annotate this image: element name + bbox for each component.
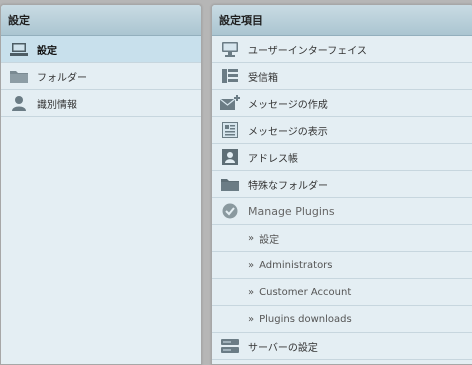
panel-title: 設定 bbox=[1, 5, 201, 36]
settings-item-user-interface[interactable]: ユーザーインターフェイス bbox=[212, 36, 472, 63]
computer-icon bbox=[9, 40, 29, 58]
settings-item-display-messages[interactable]: メッセージの表示 bbox=[212, 117, 472, 144]
settings-item-label: メッセージの表示 bbox=[248, 126, 328, 138]
sidebar-item-label: 設定 bbox=[37, 45, 57, 57]
arrow-icon: » bbox=[248, 313, 255, 325]
addressbook-icon bbox=[220, 148, 240, 166]
settings-item-label: Manage Plugins bbox=[248, 204, 335, 218]
settings-item-label: アドレス帳 bbox=[248, 153, 298, 165]
plugin-subitem-label: 設定 bbox=[259, 234, 280, 246]
user-icon bbox=[9, 94, 29, 112]
inbox-icon bbox=[220, 67, 240, 85]
settings-item-label: ユーザーインターフェイス bbox=[248, 45, 367, 57]
sidebar-item-settings[interactable]: 設定 bbox=[1, 36, 201, 63]
plugin-subitem-label: Plugins downloads bbox=[259, 313, 352, 325]
arrow-icon: » bbox=[248, 286, 255, 298]
sidebar-item-label: 識別情報 bbox=[37, 99, 77, 111]
monitor-icon bbox=[220, 40, 240, 58]
sidebar-item-label: フォルダー bbox=[37, 72, 87, 84]
settings-items-panel: 設定項目 ユーザーインターフェイス 受信箱 メッセージの作成 メッセージの表示 … bbox=[211, 4, 472, 365]
settings-item-manage-plugins[interactable]: Manage Plugins bbox=[212, 198, 472, 225]
sidebar-item-folders[interactable]: フォルダー bbox=[1, 63, 201, 90]
settings-item-server[interactable]: サーバーの設定 bbox=[212, 333, 472, 360]
settings-item-label: 受信箱 bbox=[248, 72, 278, 84]
plugin-subitem-settings[interactable]: » 設定 bbox=[212, 225, 472, 252]
arrow-icon: » bbox=[248, 259, 255, 271]
settings-item-label: 特殊なフォルダー bbox=[248, 180, 328, 192]
plugin-subitem-customer-account[interactable]: » Customer Account bbox=[212, 279, 472, 306]
settings-item-addressbook[interactable]: アドレス帳 bbox=[212, 144, 472, 171]
compose-icon bbox=[220, 94, 240, 112]
server-icon bbox=[220, 337, 240, 355]
settings-item-label: メッセージの作成 bbox=[248, 99, 328, 111]
settings-sections-panel: 設定 設定 フォルダー 識別情報 bbox=[0, 4, 202, 365]
message-view-icon bbox=[220, 121, 240, 139]
settings-item-inbox[interactable]: 受信箱 bbox=[212, 63, 472, 90]
plugin-subitem-label: Customer Account bbox=[259, 286, 352, 298]
sidebar-item-identities[interactable]: 識別情報 bbox=[1, 90, 201, 117]
folder-icon bbox=[220, 175, 240, 193]
plugin-subitem-label: Administrators bbox=[259, 259, 333, 271]
settings-item-composing[interactable]: メッセージの作成 bbox=[212, 90, 472, 117]
arrow-icon: » bbox=[248, 232, 255, 244]
checkmark-icon bbox=[220, 202, 240, 220]
panel-title: 設定項目 bbox=[212, 5, 472, 36]
settings-item-label: サーバーの設定 bbox=[248, 342, 318, 354]
plugin-subitem-plugins-downloads[interactable]: » Plugins downloads bbox=[212, 306, 472, 333]
plugin-subitem-administrators[interactable]: » Administrators bbox=[212, 252, 472, 279]
folder-icon bbox=[9, 67, 29, 85]
settings-item-special-folders[interactable]: 特殊なフォルダー bbox=[212, 171, 472, 198]
